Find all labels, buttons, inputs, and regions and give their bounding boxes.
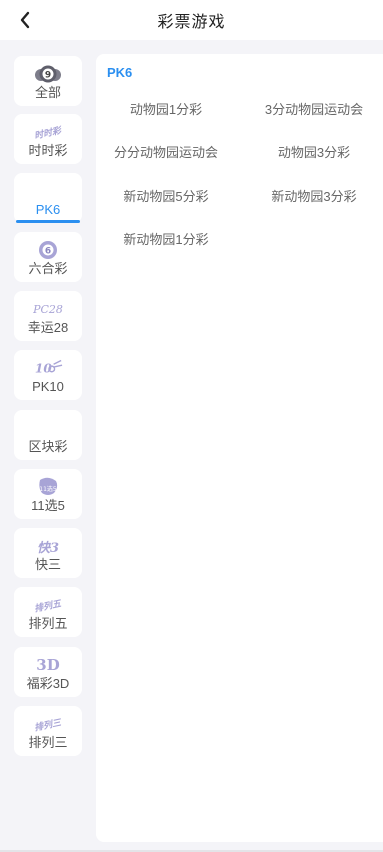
top-bar: 彩票游戏 bbox=[0, 0, 383, 40]
game-item[interactable]: 动物园3分彩 bbox=[278, 142, 350, 161]
sidebar-item-pl3[interactable]: 排列三 排列三 bbox=[14, 706, 82, 756]
active-indicator bbox=[16, 220, 80, 223]
sidebar-item-pl5[interactable]: 排列五 排列五 bbox=[14, 587, 82, 637]
sidebar-item-label: 排列五 bbox=[28, 616, 68, 631]
games-panel: PK6 动物园1分彩 3分动物园运动会 分分动物园运动会 动物园3分彩 新动物园… bbox=[96, 54, 383, 842]
sidebar-item-blockchain[interactable]: 区块彩 bbox=[14, 410, 82, 460]
sidebar-item-all[interactable]: 9 全部 bbox=[14, 56, 82, 106]
sidebar-item-pk10[interactable]: 10 PK10 bbox=[14, 350, 82, 400]
svg-text:11选5: 11选5 bbox=[39, 485, 57, 493]
section-title: PK6 bbox=[107, 65, 133, 80]
sidebar-item-label: 快三 bbox=[34, 557, 61, 572]
sidebar-item-ssc[interactable]: 时时彩 时时彩 bbox=[14, 114, 82, 164]
blockchain-icon bbox=[33, 418, 63, 438]
sidebar-item-fc3d[interactable]: 3D 福彩3D bbox=[14, 647, 82, 697]
game-item[interactable]: 新动物园3分彩 bbox=[271, 186, 356, 205]
page-title: 彩票游戏 bbox=[157, 14, 226, 31]
pl3-logo-icon: 排列三 bbox=[34, 717, 63, 734]
chevron-left-icon bbox=[20, 11, 30, 29]
sidebar-item-label: 幸运28 bbox=[27, 320, 69, 335]
pc28-logo-icon: PC28 bbox=[33, 302, 63, 316]
k3-logo-icon: 快3 bbox=[36, 540, 60, 556]
svg-text:6: 6 bbox=[45, 247, 51, 257]
lottery-ball-6-icon: 6 bbox=[33, 240, 63, 260]
sidebar-item-label: 排列三 bbox=[28, 735, 68, 750]
lottery-ball-9-icon: 9 bbox=[33, 64, 63, 84]
sidebar-item-11x5[interactable]: 11选5 11选5 bbox=[14, 469, 82, 519]
sidebar-item-label: 区块彩 bbox=[28, 439, 68, 454]
back-button[interactable] bbox=[14, 9, 36, 31]
pl5-logo-icon: 排列五 bbox=[34, 598, 63, 615]
svg-text:9: 9 bbox=[45, 71, 51, 81]
sidebar-item-marksix[interactable]: 6 六合彩 bbox=[14, 232, 82, 282]
11x5-logo-icon: 11选5 bbox=[33, 477, 63, 497]
sidebar-item-label: 六合彩 bbox=[28, 261, 68, 276]
sidebar-item-label: 全部 bbox=[34, 85, 61, 100]
sidebar-item-pk6[interactable]: PK6 bbox=[14, 173, 82, 223]
ssc-logo-icon: 时时彩 bbox=[34, 125, 63, 142]
3d-logo-icon: 3D bbox=[36, 656, 60, 674]
sidebar-item-lucky28[interactable]: PC28 幸运28 bbox=[14, 291, 82, 341]
sidebar-item-label: PK6 bbox=[35, 202, 61, 217]
sidebar-item-label: 时时彩 bbox=[28, 143, 68, 158]
pk6-icon bbox=[33, 181, 63, 201]
sidebar-item-k3[interactable]: 快3 快三 bbox=[14, 528, 82, 578]
game-item[interactable]: 新动物园1分彩 bbox=[123, 229, 208, 248]
sidebar-item-label: PK10 bbox=[32, 379, 64, 394]
game-item[interactable]: 分分动物园运动会 bbox=[114, 142, 218, 161]
sidebar-item-label: 福彩3D bbox=[26, 676, 70, 691]
game-item[interactable]: 动物园1分彩 bbox=[130, 99, 202, 118]
game-item[interactable]: 新动物园5分彩 bbox=[123, 186, 208, 205]
pk10-logo-icon: 10 bbox=[33, 358, 63, 378]
category-sidebar: 9 全部 时时彩 时时彩 PK6 6 六合彩 PC28 幸运28 10 PK10… bbox=[0, 40, 96, 852]
svg-text:10: 10 bbox=[35, 362, 52, 376]
sidebar-item-label: 11选5 bbox=[31, 498, 65, 513]
game-item[interactable]: 3分动物园运动会 bbox=[265, 99, 363, 118]
